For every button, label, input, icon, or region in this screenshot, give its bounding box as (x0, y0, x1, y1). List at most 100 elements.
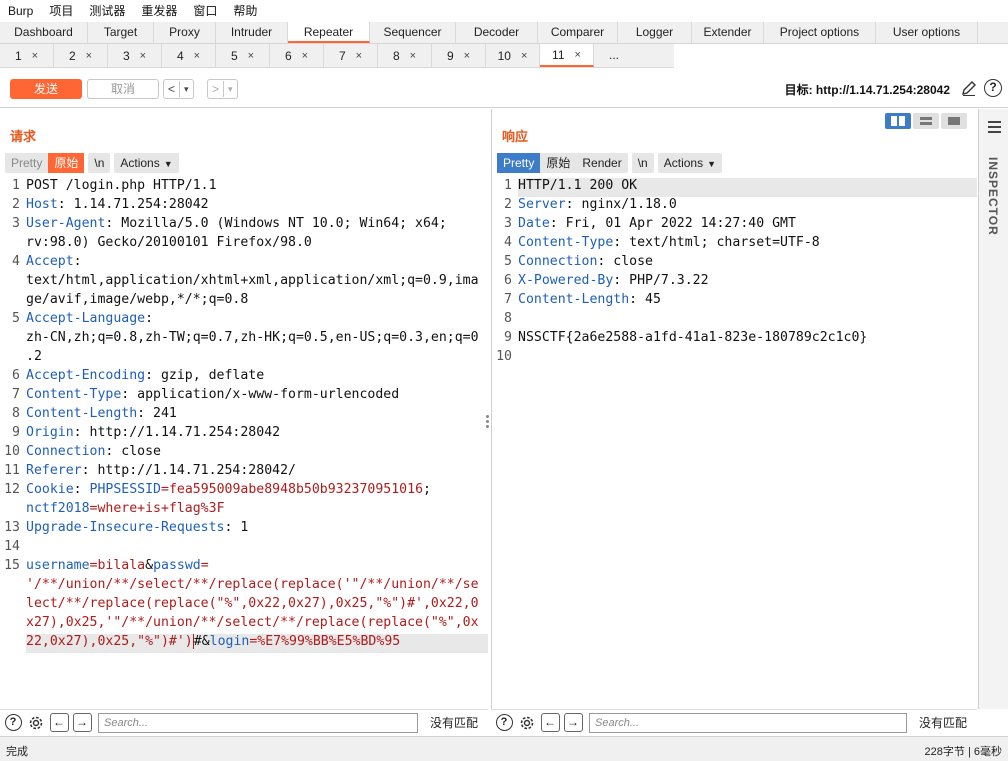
forward-history-icon[interactable]: ▾ (224, 84, 237, 95)
code-token: Connection (26, 444, 106, 459)
newline-toggle[interactable]: \n (88, 153, 111, 173)
chevron-down-icon: ▼ (163, 159, 173, 169)
next-match-button[interactable]: → (563, 713, 583, 733)
tab-extender[interactable]: Extender (692, 22, 764, 43)
tab-dashboard[interactable]: Dashboard (0, 22, 88, 43)
tab-user-options[interactable]: User options (876, 22, 978, 43)
response-editor[interactable]: 1 HTTP/1.1 200 OK 2 Server: nginx/1.18.0 3 Da… (492, 178, 977, 709)
back-history-icon[interactable]: ▾ (180, 84, 193, 95)
tab-logger[interactable]: Logger (618, 22, 692, 43)
close-icon[interactable]: × (464, 50, 470, 62)
repeater-tab[interactable]: 10 × (486, 44, 540, 67)
code-line: username=bilala&passwd= (26, 558, 488, 577)
code-token: .2 (26, 349, 42, 364)
line-number: 9 (12, 425, 20, 440)
code-token: =%E7%99%BB%E5%BD%95 (249, 634, 401, 649)
close-icon[interactable]: × (410, 50, 416, 62)
code-token: : (73, 254, 82, 269)
search-input[interactable]: Search... (98, 712, 418, 733)
response-pane: 响应 Pretty 原始 Render \n Actions ▼ 1 HTTP/1.… (491, 109, 977, 709)
forward-button[interactable]: > ▾ (207, 79, 238, 99)
repeater-tab-label: 3 (122, 48, 130, 63)
split-vertical-icon[interactable] (913, 113, 939, 129)
inspector-label[interactable]: INSPECTOR (986, 157, 1000, 236)
line-number: 12 (4, 482, 20, 497)
pretty-toggle[interactable]: Pretty (497, 153, 541, 173)
forward-arrow-icon[interactable]: > (208, 82, 223, 96)
render-toggle[interactable]: Render (576, 153, 627, 173)
menu-item[interactable]: 重发器 (133, 0, 185, 22)
single-view-icon[interactable] (941, 113, 967, 129)
repeater-tab[interactable]: 3 × (108, 44, 162, 67)
previous-match-button[interactable]: ← (540, 713, 560, 733)
close-icon[interactable]: × (32, 50, 38, 62)
tab-repeater[interactable]: Repeater (288, 22, 370, 43)
close-icon[interactable]: × (194, 50, 200, 62)
request-editor[interactable]: 1 POST /login.php HTTP/1.1 2 Host: 1.14.71.… (0, 178, 488, 709)
close-icon[interactable]: × (521, 50, 527, 62)
back-button[interactable]: < ▾ (163, 79, 194, 99)
help-icon[interactable]: ? (3, 713, 23, 733)
help-icon[interactable]: ? (494, 713, 514, 733)
raw-toggle[interactable]: 原始 (48, 153, 85, 173)
close-icon[interactable]: × (86, 50, 92, 62)
tab-target[interactable]: Target (88, 22, 154, 43)
close-icon[interactable]: × (140, 50, 146, 62)
repeater-tab[interactable]: 6 × (270, 44, 324, 67)
menu-item[interactable]: Burp (0, 0, 41, 22)
splitter-handle[interactable] (486, 415, 490, 430)
tab-decoder[interactable]: Decoder (456, 22, 538, 43)
menu-item[interactable]: 项目 (41, 0, 81, 22)
code-line: rv:98.0) Gecko/20100101 Firefox/98.0 (26, 235, 488, 254)
raw-toggle[interactable]: 原始 (540, 153, 576, 173)
tab-project-options[interactable]: Project options (764, 22, 876, 43)
close-icon[interactable]: × (302, 50, 308, 62)
menu-item[interactable]: 测试器 (81, 0, 133, 22)
match-count: 没有匹配 (430, 716, 479, 730)
repeater-tab[interactable]: 11 × (540, 44, 594, 67)
status-text: 完成 (6, 746, 28, 758)
repeater-tab[interactable]: 7 × (324, 44, 378, 67)
tab-intruder[interactable]: Intruder (216, 22, 288, 43)
inspector-sidebar[interactable]: INSPECTOR (978, 109, 1008, 709)
pencil-icon[interactable] (960, 79, 978, 97)
menu-item[interactable]: 帮助 (225, 0, 265, 22)
new-tab-button[interactable]: ... (594, 44, 634, 67)
code-token: = (200, 558, 209, 573)
repeater-tab[interactable]: 1 × (0, 44, 54, 67)
close-icon[interactable]: × (575, 49, 581, 61)
menu-icon[interactable] (988, 121, 1001, 136)
repeater-tabs: 1 × 2 × 3 × 4 × 5 × 6 × 7 × 8 × 9 × 10 × 11 ×... (0, 44, 674, 68)
pretty-toggle[interactable]: Pretty (5, 153, 48, 173)
tab-comparer[interactable]: Comparer (538, 22, 618, 43)
gear-icon[interactable] (26, 713, 46, 733)
menu-bar: Burp 项目 测试器 重发器 窗口 帮助 (0, 0, 1008, 22)
gear-icon[interactable] (517, 713, 537, 733)
newline-toggle[interactable]: \n (631, 153, 654, 173)
tab-proxy[interactable]: Proxy (154, 22, 216, 43)
close-icon[interactable]: × (356, 50, 362, 62)
repeater-tab-label: 4 (176, 48, 184, 63)
help-icon[interactable]: ? (984, 79, 1002, 97)
split-horizontal-icon[interactable] (885, 113, 911, 129)
repeater-tab-label: 1 (14, 48, 22, 63)
previous-match-button[interactable]: ← (49, 713, 69, 733)
repeater-tab[interactable]: 9 × (432, 44, 486, 67)
repeater-tab-label: 11 (552, 47, 565, 62)
close-icon[interactable]: × (248, 50, 254, 62)
repeater-tab[interactable]: 5 × (216, 44, 270, 67)
repeater-tab[interactable]: 4 × (162, 44, 216, 67)
actions-menu[interactable]: Actions ▼ (657, 153, 723, 173)
back-arrow-icon[interactable]: < (164, 82, 179, 96)
menu-item[interactable]: 窗口 (185, 0, 225, 22)
cancel-button[interactable]: 取消 (87, 79, 159, 99)
code-token: : Fri, 01 Apr 2022 14:27:40 GMT (549, 216, 796, 231)
code-token: Origin (26, 425, 74, 440)
next-match-button[interactable]: → (72, 713, 92, 733)
tab-sequencer[interactable]: Sequencer (370, 22, 456, 43)
actions-menu[interactable]: Actions ▼ (114, 153, 179, 173)
repeater-tab[interactable]: 2 × (54, 44, 108, 67)
repeater-tab[interactable]: 8 × (378, 44, 432, 67)
send-button[interactable]: 发送 (10, 79, 82, 99)
search-input[interactable]: Search... (589, 712, 907, 733)
